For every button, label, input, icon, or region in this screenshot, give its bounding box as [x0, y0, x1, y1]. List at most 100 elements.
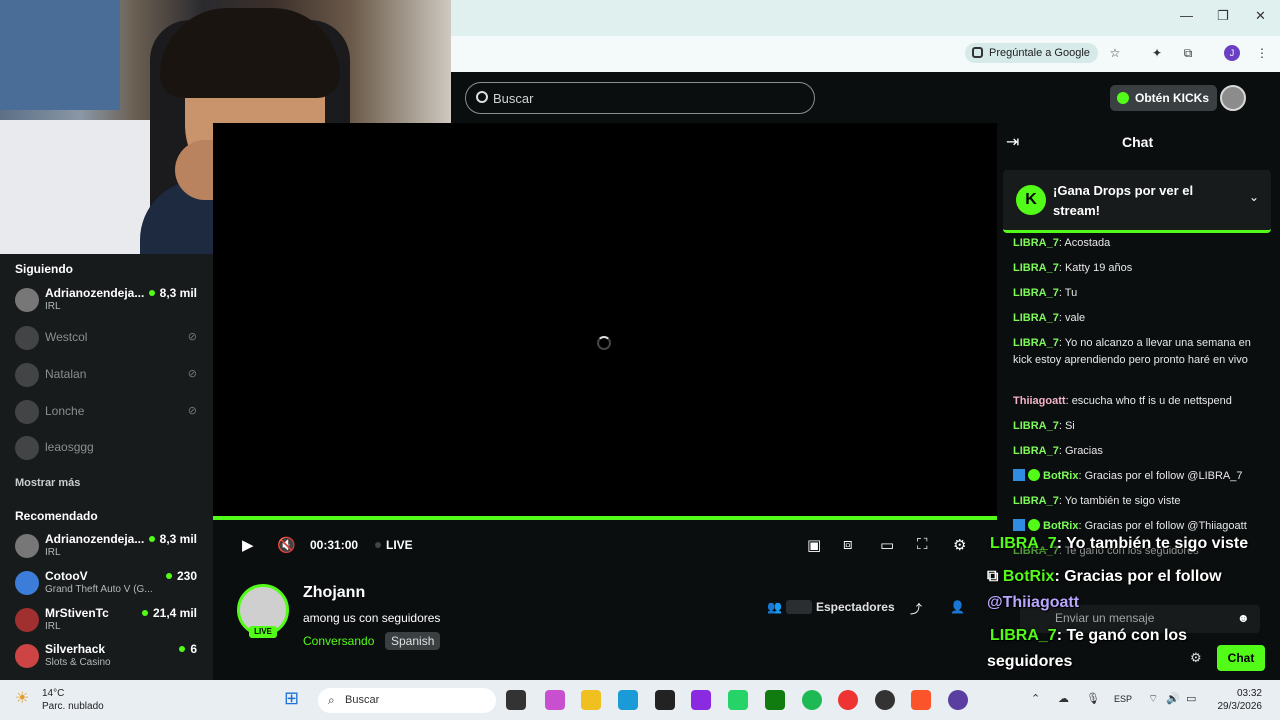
copilot-icon[interactable] [545, 690, 565, 710]
video-player[interactable] [213, 123, 997, 521]
close-icon[interactable]: ✕ [1255, 8, 1266, 24]
battery-icon[interactable]: ▭ [1186, 692, 1196, 705]
share-icon[interactable]: ⤴ [910, 600, 922, 617]
overlay-caption: LIBRA_7: Te ganó con los [990, 627, 1188, 644]
verified-badge-icon [1028, 519, 1040, 531]
chat-message: LIBRA_7: Katty 19 años [1013, 262, 1133, 274]
task-view-icon[interactable] [506, 690, 526, 710]
following-channel[interactable]: Natalan ⊘ [15, 359, 205, 391]
viewers-count: 👥 Espectadores [767, 600, 895, 614]
chat-message: Thiiagoatt: escucha who tf is u de netts… [1013, 395, 1232, 407]
whatsapp-icon[interactable] [728, 690, 748, 710]
chevron-down-icon[interactable]: ⌄ [1249, 190, 1259, 204]
get-kicks-button[interactable]: Obtén KICKs [1110, 85, 1218, 111]
avatar [15, 571, 39, 595]
chat-message: LIBRA_7: Tu [1013, 287, 1078, 299]
following-channel[interactable]: Westcol ⊘ [15, 322, 205, 354]
pip-icon[interactable]: ⧈ [843, 536, 853, 553]
loading-spinner-icon [597, 336, 611, 350]
follow-icon[interactable]: 👤 [950, 600, 965, 614]
recommended-channel[interactable]: MrStivenTc IRL 21,4 mil [15, 604, 205, 636]
channel-category: IRL [45, 547, 61, 558]
file-explorer-icon[interactable] [581, 690, 601, 710]
edge-icon[interactable] [618, 690, 638, 710]
chrome-icon[interactable] [838, 690, 858, 710]
chat-settings-icon[interactable]: ⚙ [1190, 650, 1202, 666]
puzzle-icon[interactable]: ⧉ [1181, 46, 1195, 60]
settings-gear-icon[interactable]: ⚙ [953, 536, 966, 554]
time-display: 00:31:00 [310, 538, 359, 552]
cloud-icon[interactable]: ☁ [1058, 692, 1069, 705]
play-icon[interactable]: ▶ [242, 536, 254, 554]
stream-title: among us con seguidores [303, 611, 441, 625]
following-channel[interactable]: Lonche ⊘ [15, 396, 205, 428]
stream-category[interactable]: Conversando [303, 634, 374, 648]
viewer-count: 230 [166, 569, 197, 583]
wifi-icon[interactable]: ⌔ [1148, 692, 1158, 706]
chatgpt-icon[interactable] [655, 690, 675, 710]
kick-logo-icon: K [1016, 185, 1046, 215]
extension-icon[interactable]: ✦ [1150, 46, 1164, 60]
clock[interactable]: 03:32 29/3/2026 [1206, 687, 1263, 713]
following-heading: Siguiendo [15, 262, 73, 276]
taskbar-search[interactable]: ⌕ Buscar [318, 688, 496, 713]
fullscreen-icon[interactable]: ⛶ [917, 536, 928, 553]
spotify-icon[interactable] [802, 690, 822, 710]
channel-category: IRL [45, 621, 61, 632]
drops-banner[interactable]: K ¡Gana Drops por ver el stream! ⌄ [1003, 170, 1271, 233]
send-chat-button[interactable]: Chat [1217, 645, 1265, 671]
chat-message: LIBRA_7: Gracias [1013, 445, 1103, 457]
search-input[interactable]: Buscar [465, 82, 815, 114]
app-icon[interactable] [875, 690, 895, 710]
tray-chevron-icon[interactable]: ⌃ [1031, 692, 1040, 705]
menu-dots-icon[interactable]: ⋮ [1255, 46, 1269, 60]
minimize-icon[interactable]: — [1180, 8, 1193, 23]
recommended-channel[interactable]: Silverhack Slots & Casino 6 [15, 640, 205, 672]
chat-message: LIBRA_7: Yo no alcanzo a llevar una sema… [1013, 337, 1251, 366]
following-channel[interactable]: leaosggg [15, 432, 205, 464]
mini-player-icon[interactable]: ▣ [807, 536, 821, 554]
muted-icon[interactable]: 🔇 [277, 536, 296, 554]
streamer-name[interactable]: Zhojann [303, 584, 365, 602]
chat-message: BotRix: Gracias por el follow @LIBRA_7 [1013, 468, 1263, 485]
ask-google-button[interactable]: Pregúntale a Google [965, 43, 1098, 63]
weather-icon[interactable]: ☀ [15, 688, 29, 708]
language-tag[interactable]: Spanish [385, 632, 441, 650]
chat-message: LIBRA_7: Yo también te sigo viste [1013, 495, 1181, 507]
offline-icon: ⊘ [187, 368, 197, 380]
viewer-count: 8,3 mil [149, 532, 197, 546]
collapse-chat-icon[interactable]: ⇥ [1006, 132, 1019, 152]
search-placeholder: Buscar [493, 91, 534, 106]
windows-start-icon[interactable]: ⊞ [284, 688, 299, 709]
chat-message: LIBRA_7: Si [1013, 420, 1075, 432]
app-icon[interactable] [691, 690, 711, 710]
theater-icon[interactable]: ▭ [880, 536, 894, 554]
language-indicator[interactable]: ESP [1114, 694, 1132, 704]
chat-message: LIBRA_7: vale [1013, 312, 1086, 324]
browser-profile-avatar[interactable]: J [1224, 45, 1240, 61]
search-icon: ⌕ [328, 693, 335, 707]
weather-widget[interactable]: 14°C Parc. nublado [42, 687, 104, 713]
avatar [15, 288, 39, 312]
restore-icon[interactable]: ❐ [1217, 8, 1229, 24]
recommended-channel[interactable]: Adrianozendeja... IRL 8,3 mil [15, 530, 205, 562]
viewers-label: Espectadores [815, 600, 895, 614]
volume-icon[interactable]: 🔊 [1166, 692, 1180, 705]
temperature: 14°C [42, 688, 65, 699]
kick-coin-icon [1117, 92, 1129, 104]
viewer-count: 8,3 mil [149, 286, 197, 300]
brave-icon[interactable] [911, 690, 931, 710]
following-channel[interactable]: Adrianozendeja... IRL 8,3 mil [15, 284, 205, 316]
bookmark-star-icon[interactable]: ☆ [1108, 46, 1122, 60]
show-more-link[interactable]: Mostrar más [15, 477, 80, 489]
user-avatar[interactable] [1220, 85, 1246, 111]
app-icon[interactable] [948, 690, 968, 710]
emoji-icon[interactable]: ☻ [1237, 611, 1250, 625]
channel-name: Silverhack [45, 642, 106, 656]
overlay-caption: ⧉ BotRix: Gracias por el follow [987, 568, 1222, 585]
microphone-icon[interactable]: 🎙 [1086, 692, 1100, 705]
offline-icon: ⊘ [187, 405, 197, 417]
recommended-channel[interactable]: CotooV Grand Theft Auto V (G... 230 [15, 567, 205, 599]
chat-message: LIBRA_7: Acostada [1013, 237, 1111, 249]
xbox-icon[interactable] [765, 690, 785, 710]
